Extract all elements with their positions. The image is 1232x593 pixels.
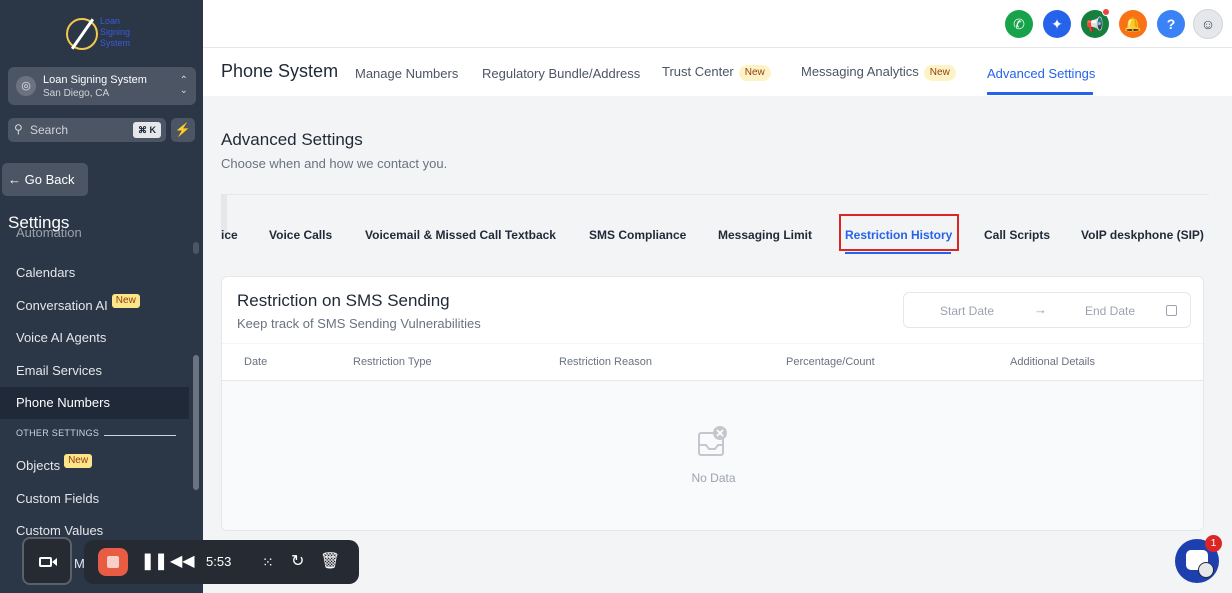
new-badge: New: [923, 64, 956, 81]
sidebar-item-automation[interactable]: Automation: [0, 226, 189, 246]
search-icon: ⚲: [14, 122, 23, 136]
notification-dot: [1102, 8, 1110, 16]
page-subtitle: Choose when and how we contact you.: [221, 156, 448, 171]
empty-inbox-icon: [698, 426, 727, 456]
active-tab-indicator: [987, 92, 1093, 95]
tab-cut-off[interactable]: ice: [221, 228, 238, 242]
phone-system-nav: Phone System Manage Numbers Regulatory B…: [203, 48, 1232, 96]
new-badge: New: [738, 64, 771, 81]
top-bar: ✆ ✦ 📢 🔔 ? ☺: [203, 0, 1232, 48]
column-restriction-reason[interactable]: Restriction Reason: [559, 356, 652, 368]
tab-sms-compliance[interactable]: SMS Compliance: [589, 228, 686, 242]
recording-timer: 5:53: [206, 554, 232, 569]
pause-icon[interactable]: ❚❚: [141, 552, 168, 572]
company-logo: Loan Signing System: [64, 16, 144, 54]
quick-actions-button[interactable]: ⚡: [171, 118, 195, 142]
magic-icon[interactable]: ✦: [1043, 10, 1071, 38]
sidebar: Loan Signing System ◎ Loan Signing Syste…: [0, 0, 203, 593]
restriction-card: Restriction on SMS Sending Keep track of…: [221, 276, 1204, 531]
recording-toolbar: ❚❚ ◀◀ 5:53 ⁙ ↻ 🗑: [84, 540, 359, 584]
sidebar-item-custom-fields[interactable]: Custom Fields: [0, 483, 189, 515]
account-switcher[interactable]: ◎ Loan Signing System San Diego, CA ⌃ ⌄: [8, 67, 196, 105]
tab-trust-center[interactable]: Trust Center New: [662, 64, 771, 81]
agent-avatar: [1198, 562, 1214, 578]
help-icon[interactable]: ?: [1157, 10, 1185, 38]
scrollbar-track: [193, 242, 199, 254]
calendar-icon: [1166, 305, 1177, 316]
column-percentage-count[interactable]: Percentage/Count: [786, 356, 875, 368]
search-placeholder: Search: [30, 123, 69, 137]
account-location: San Diego, CA: [43, 88, 110, 99]
sidebar-item-email-services[interactable]: Email Services: [0, 355, 189, 387]
column-date[interactable]: Date: [244, 356, 267, 368]
stop-recording-button[interactable]: [98, 548, 128, 576]
account-name: Loan Signing System: [43, 74, 147, 86]
grid-icon[interactable]: ⁙: [262, 552, 274, 572]
active-tab-indicator: [845, 252, 951, 254]
table-body: No Data: [222, 381, 1203, 530]
date-range-picker[interactable]: Start Date → End Date: [903, 292, 1191, 328]
start-date-input[interactable]: Start Date: [940, 304, 994, 318]
page-title: Advanced Settings: [221, 130, 363, 149]
section-divider: [104, 435, 176, 436]
column-restriction-type[interactable]: Restriction Type: [353, 356, 432, 368]
card-subtitle: Keep track of SMS Sending Vulnerabilitie…: [237, 316, 481, 331]
divider: [221, 194, 1209, 195]
sidebar-scrollbar[interactable]: [193, 355, 199, 490]
search-shortcut: ⌘ K: [133, 122, 161, 138]
megaphone-icon[interactable]: 📢: [1081, 8, 1110, 38]
trash-icon[interactable]: 🗑: [320, 552, 340, 572]
sidebar-item-voice-ai-agents[interactable]: Voice AI Agents: [0, 322, 189, 354]
location-icon: ◎: [16, 76, 36, 96]
restart-icon[interactable]: ↻: [291, 552, 304, 572]
column-additional-details[interactable]: Additional Details: [1010, 356, 1095, 368]
phone-system-title: Phone System: [221, 61, 339, 81]
new-badge: New: [111, 294, 140, 308]
search-input[interactable]: ⚲ Search ⌘ K: [8, 118, 166, 142]
go-back-button[interactable]: ← Go Back: [2, 163, 88, 196]
end-date-input[interactable]: End Date: [1085, 304, 1135, 318]
bolt-icon: ⚡: [174, 122, 192, 137]
table-header: Date Restriction Type Restriction Reason…: [222, 343, 1203, 381]
sidebar-item-conversation-ai[interactable]: Conversation AI New: [0, 290, 189, 322]
new-badge: New: [64, 454, 93, 468]
highlight-annotation: [839, 214, 959, 251]
camera-toggle-button[interactable]: [22, 537, 72, 585]
phone-icon[interactable]: ✆: [1005, 10, 1033, 38]
empty-state-text: No Data: [691, 471, 736, 485]
main-content: Phone System Manage Numbers Regulatory B…: [203, 48, 1232, 593]
sidebar-item-objects[interactable]: Objects New: [0, 450, 189, 482]
tab-voicemail-missed-call[interactable]: Voicemail & Missed Call Textback: [365, 228, 556, 242]
card-title: Restriction on SMS Sending: [237, 291, 450, 310]
tab-voip-deskphone[interactable]: VoIP deskphone (SIP): [1081, 228, 1204, 242]
chevron-updown-icon: ⌃ ⌄: [179, 75, 188, 96]
sidebar-item-calendars[interactable]: Calendars: [0, 257, 189, 289]
tab-messaging-limit[interactable]: Messaging Limit: [718, 228, 812, 242]
sidebar-item-phone-numbers[interactable]: Phone Numbers: [0, 387, 189, 419]
tab-advanced-settings[interactable]: Advanced Settings: [987, 66, 1095, 81]
chat-unread-badge: 1: [1205, 535, 1222, 552]
other-settings-label: OTHER SETTINGS: [16, 428, 100, 438]
tab-regulatory-bundle[interactable]: Regulatory Bundle/Address: [482, 66, 640, 81]
avatar[interactable]: ☺: [1193, 9, 1223, 39]
bell-icon[interactable]: 🔔: [1119, 10, 1147, 38]
rewind-icon[interactable]: ◀◀: [170, 552, 195, 572]
tab-messaging-analytics[interactable]: Messaging Analytics New: [801, 64, 956, 81]
tab-voice-calls[interactable]: Voice Calls: [269, 228, 332, 242]
arrow-right-icon: →: [1034, 302, 1047, 317]
tab-call-scripts[interactable]: Call Scripts: [984, 228, 1050, 242]
camera-icon: [39, 557, 52, 567]
tab-manage-numbers[interactable]: Manage Numbers: [355, 66, 458, 81]
